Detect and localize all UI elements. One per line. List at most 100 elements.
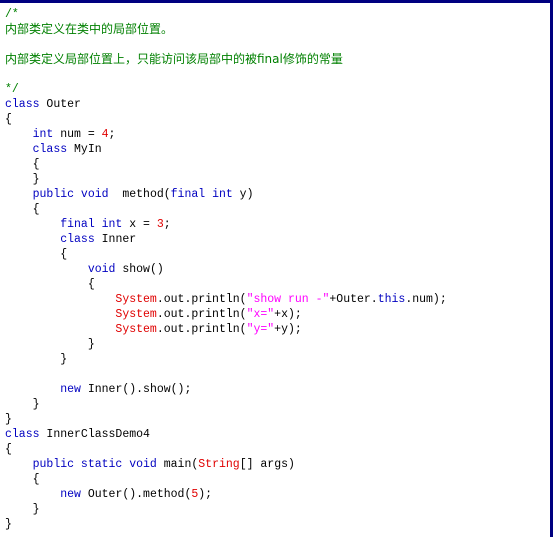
code-line: }	[5, 337, 550, 352]
code-line: void show()	[5, 262, 550, 277]
code-token-punct: {	[5, 158, 40, 171]
code-token-keyword: class	[60, 233, 95, 246]
code-line: {	[5, 112, 550, 127]
code-line: System.out.println("y="+y);	[5, 322, 550, 337]
code-token-punct: {	[5, 248, 68, 261]
code-token-punct: }	[5, 398, 40, 411]
code-token-plain: MyIn	[67, 143, 102, 156]
code-line: }	[5, 397, 550, 412]
code-token-keyword: final int	[60, 218, 123, 231]
code-line: int num = 4;	[5, 127, 550, 142]
code-token-type: String	[198, 458, 240, 471]
code-token-plain: .out.println(	[156, 308, 247, 321]
code-token-comment: */	[5, 83, 19, 96]
code-line: {	[5, 442, 550, 457]
code-token-keyword: new	[60, 383, 81, 396]
code-token-keyword: new	[60, 488, 81, 501]
code-line: */	[5, 82, 550, 97]
code-token-type: System	[115, 308, 157, 321]
code-token-plain: .out.println(	[156, 293, 247, 306]
code-line: }	[5, 412, 550, 427]
code-token-keyword: void	[87, 263, 116, 276]
code-token-plain: main(	[156, 458, 199, 471]
code-token-keyword: class	[32, 143, 68, 156]
code-line: }	[5, 352, 550, 367]
code-token-punct: {	[5, 113, 12, 126]
code-token-type: System	[115, 293, 157, 306]
code-token-comment: 内部类定义在类中的局部位置。	[5, 22, 174, 36]
code-line: }	[5, 172, 550, 187]
code-token-keyword: public static void	[32, 458, 157, 471]
code-line: 内部类定义在类中的局部位置。	[5, 22, 550, 37]
code-text-area[interactable]: /* 内部类定义在类中的局部位置。 内部类定义局部位置上，只能访问该局部中的被fi…	[0, 3, 550, 537]
code-line: {	[5, 202, 550, 217]
code-token-keyword: class	[5, 98, 40, 111]
code-token-plain: Outer().method(	[80, 488, 192, 501]
code-token-number: 3	[156, 218, 164, 231]
code-editor-window: /* 内部类定义在类中的局部位置。 内部类定义局部位置上，只能访问该局部中的被fi…	[0, 0, 553, 537]
code-line: {	[5, 472, 550, 487]
code-token-keyword: this	[377, 293, 406, 306]
code-token-plain: show()	[115, 263, 164, 276]
code-token-keyword: class	[5, 428, 40, 441]
code-token-punct: ;	[163, 218, 171, 231]
code-token-punct: }	[5, 503, 40, 516]
code-token-comment: /*	[5, 8, 19, 21]
code-token-plain: y)	[232, 188, 254, 201]
code-token-punct: {	[5, 278, 95, 291]
code-token-plain: InnerClassDemo4	[39, 428, 150, 441]
code-token-plain: .out.println(	[156, 323, 247, 336]
code-token-plain: );	[198, 488, 213, 501]
code-token-punct: }	[5, 338, 95, 351]
code-token-comment: 内部类定义局部位置上，只能访问该局部中的被final修饰的常量	[5, 52, 343, 66]
code-line: }	[5, 517, 550, 532]
code-line: public void method(final int y)	[5, 187, 550, 202]
code-token-plain: x =	[122, 218, 157, 231]
code-line: /*	[5, 7, 550, 22]
code-token-plain: Outer	[39, 98, 81, 111]
code-token-keyword: int	[32, 128, 54, 141]
code-line: System.out.println("show run -"+Outer.th…	[5, 292, 550, 307]
code-line: System.out.println("x="+x);	[5, 307, 550, 322]
code-token-punct: }	[5, 353, 68, 366]
code-token-plain: method(	[108, 188, 171, 201]
code-line: {	[5, 277, 550, 292]
code-line: }	[5, 502, 550, 517]
code-token-plain: +Outer.	[329, 293, 378, 306]
code-line: public static void main(String[] args)	[5, 457, 550, 472]
code-line: class Outer	[5, 97, 550, 112]
code-line: {	[5, 157, 550, 172]
code-token-plain: Inner().show();	[80, 383, 192, 396]
code-token-plain: .num);	[405, 293, 447, 306]
code-token-plain: +y);	[274, 323, 302, 336]
code-token-plain: num =	[53, 128, 102, 141]
code-line: new Inner().show();	[5, 382, 550, 397]
code-line: {	[5, 247, 550, 262]
code-token-number: 4	[101, 128, 109, 141]
code-token-keyword: public void	[32, 188, 109, 201]
code-token-punct: {	[5, 443, 12, 456]
code-line: new Outer().method(5);	[5, 487, 550, 502]
code-token-punct: }	[5, 413, 12, 426]
code-token-plain: Inner	[94, 233, 137, 246]
code-token-punct: ;	[108, 128, 116, 141]
code-line: class Inner	[5, 232, 550, 247]
code-line: class MyIn	[5, 142, 550, 157]
code-token-punct: {	[5, 203, 40, 216]
code-token-plain: +x);	[274, 308, 302, 321]
code-token-string: "y="	[246, 323, 275, 336]
